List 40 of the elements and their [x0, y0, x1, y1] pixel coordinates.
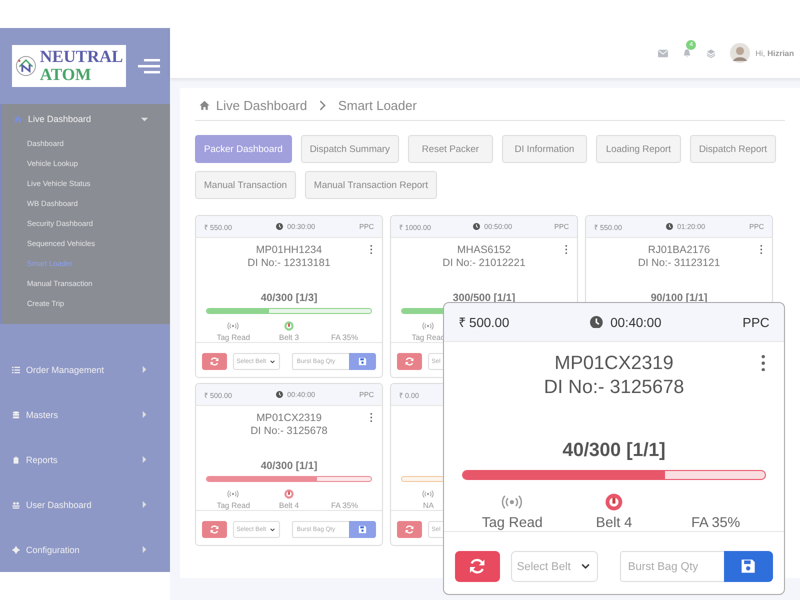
tab-button[interactable]: Packer Dashboard — [195, 135, 292, 163]
logo-text: ATOM — [40, 66, 92, 84]
tab-button[interactable]: Manual Transaction Report — [304, 171, 437, 199]
menu-item[interactable]: Configuration — [26, 544, 135, 554]
menu-item[interactable]: Order Management — [26, 364, 135, 374]
belt-label: Belt 4 — [596, 514, 632, 531]
tab-button[interactable]: Dispatch Report — [690, 135, 776, 163]
menu-item[interactable]: Reports — [26, 454, 135, 464]
timer-text: 00:40:00 — [610, 314, 662, 330]
menu-item[interactable]: Masters — [26, 410, 135, 420]
burst-bag-qty-field[interactable]: Burst Bag Qty — [620, 551, 724, 582]
vehicle-number: MP01HH1234 — [256, 244, 322, 257]
menu-item[interactable]: Live Dashboard — [28, 114, 135, 124]
tab-button[interactable]: Loading Report — [596, 135, 681, 163]
di-number: DI No:- 3125678 — [250, 424, 328, 438]
bag-count: 40/300 [1/1] — [260, 460, 318, 474]
vehicle-number: MP01CX2319 — [554, 352, 674, 376]
fa-percentage: FA 35% — [691, 514, 740, 531]
tag-status: Tag Read — [482, 514, 543, 531]
vehicle-number: MHAS6152 — [457, 244, 511, 257]
tab-button[interactable]: Dispatch Summary — [300, 135, 399, 163]
di-number: DI No:- 12313181 — [248, 256, 330, 270]
tab-button[interactable]: Manual Transaction — [195, 171, 296, 199]
logo-text: NEUTRAL — [40, 48, 123, 66]
tab-button[interactable]: Reset Packer — [408, 135, 493, 163]
bag-count: 40/300 [1/1] — [562, 440, 666, 464]
tab-button[interactable]: DI Information — [502, 135, 587, 163]
di-number: DI No:- 21012221 — [442, 256, 526, 270]
vehicle-number: RJ01BA2176 — [648, 244, 710, 257]
vehicle-number: MP01CX2319 — [256, 412, 322, 425]
breadcrumb-link[interactable]: Live Dashboard — [216, 98, 308, 112]
bag-count: 40/300 [1/3] — [260, 292, 318, 306]
breadcrumb-link[interactable]: Smart Loader — [338, 98, 417, 112]
greeting-text: Hi, Hizrian — [755, 48, 794, 58]
belt-select[interactable]: Select Belt — [511, 551, 598, 582]
product-type: PPC — [742, 314, 770, 330]
price-text: ₹ 500.00 — [458, 314, 510, 332]
di-number: DI No:- 3125678 — [544, 376, 684, 400]
menu-item[interactable]: User Dashboard — [26, 500, 135, 510]
di-number: DI No:- 31123121 — [638, 256, 720, 270]
